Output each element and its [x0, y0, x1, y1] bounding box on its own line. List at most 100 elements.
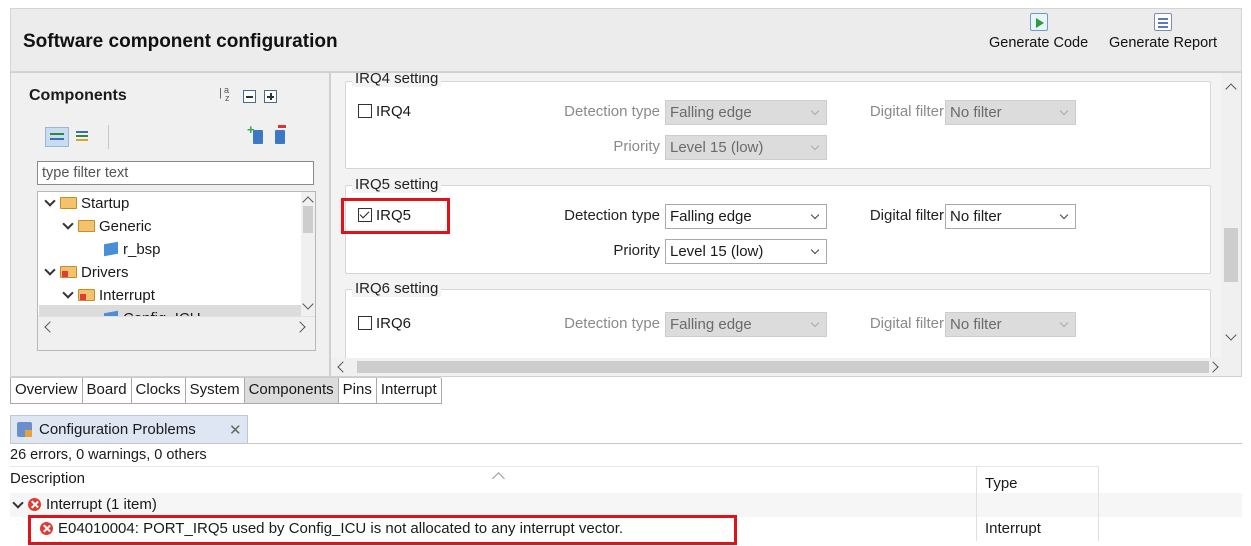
- editor-header: Software component configuration Generat…: [10, 8, 1242, 72]
- tree-item-drivers[interactable]: Drivers: [44, 261, 129, 284]
- tab-overview[interactable]: Overview: [10, 378, 83, 404]
- checkbox-box[interactable]: [358, 316, 372, 330]
- irq5-priority-select[interactable]: Level 15 (low): [665, 239, 827, 264]
- tab-board[interactable]: Board: [81, 378, 132, 404]
- priority-label: Priority: [613, 138, 660, 155]
- tree-item-interrupt[interactable]: Interrupt: [62, 284, 155, 307]
- folder-icon: [78, 220, 95, 232]
- sort-alphabetical-icon[interactable]: | a z: [219, 85, 235, 105]
- filter-input[interactable]: [37, 161, 314, 185]
- tab-components[interactable]: Components: [243, 378, 339, 404]
- tab-interrupt[interactable]: Interrupt: [375, 378, 442, 404]
- problems-icon: [17, 422, 32, 437]
- settings-hscroll-thumb[interactable]: [357, 361, 1209, 373]
- select-value: No filter: [950, 316, 1002, 333]
- table-row[interactable]: Interrupt (1 item): [10, 493, 1242, 517]
- chevron-down-icon[interactable]: [62, 288, 74, 300]
- irq4-filter-select[interactable]: No filter: [945, 100, 1076, 125]
- scroll-down-icon[interactable]: [1225, 329, 1237, 341]
- checkbox-label: IRQ4: [376, 103, 412, 120]
- remove-component-icon[interactable]: [275, 125, 286, 144]
- components-panel: Components |az Startup Generic r_bsp Dri…: [10, 72, 330, 377]
- generate-code-icon: [1029, 13, 1048, 31]
- scroll-up-icon[interactable]: [1225, 83, 1237, 95]
- select-value: Falling edge: [670, 316, 752, 333]
- column-header-label: Description: [10, 470, 86, 487]
- toolbar-divider: [108, 125, 109, 149]
- problems-summary: 26 errors, 0 warnings, 0 others: [10, 447, 207, 463]
- scroll-left-icon[interactable]: [337, 361, 349, 373]
- tree-item-label: Drivers: [81, 264, 129, 281]
- digital-filter-label: Digital filter: [869, 315, 944, 332]
- digital-filter-label: Digital filter: [869, 103, 944, 120]
- divider: [10, 443, 1242, 444]
- chevron-down-icon: [1059, 106, 1069, 116]
- generate-code-button[interactable]: Generate Code: [989, 13, 1088, 51]
- generate-report-icon: [1154, 13, 1172, 31]
- tree-item-label: Generic: [99, 218, 152, 235]
- scroll-left-icon[interactable]: [44, 321, 56, 333]
- irq5-group: IRQ5 setting IRQ5 Detection type Falling…: [345, 176, 1211, 274]
- detection-type-label: Detection type: [564, 315, 660, 332]
- tree-item-startup[interactable]: Startup: [44, 192, 129, 215]
- detection-type-label: Detection type: [564, 207, 660, 224]
- settings-vertical-scrollbar[interactable]: [1221, 73, 1241, 358]
- tab-system[interactable]: System: [184, 378, 245, 404]
- tree-item-generic[interactable]: Generic: [62, 215, 152, 238]
- irq5-filter-select[interactable]: No filter: [945, 204, 1076, 229]
- expand-all-icon[interactable]: [264, 90, 277, 103]
- tree-item-label: r_bsp: [123, 241, 161, 258]
- collapse-all-icon[interactable]: [243, 90, 256, 103]
- chevron-down-icon[interactable]: [44, 196, 56, 208]
- chevron-down-icon[interactable]: [44, 265, 56, 277]
- chevron-down-icon[interactable]: [12, 498, 24, 510]
- column-header-type[interactable]: Type: [977, 466, 1099, 493]
- scroll-down-icon[interactable]: [302, 298, 314, 310]
- add-component-icon[interactable]: [247, 122, 263, 144]
- checkbox-box[interactable]: [358, 104, 372, 118]
- irq6-checkbox[interactable]: IRQ6: [358, 314, 411, 334]
- irq4-checkbox[interactable]: IRQ4: [358, 102, 411, 122]
- chevron-down-icon: [1059, 210, 1069, 220]
- irq6-filter-select[interactable]: No filter: [945, 312, 1076, 337]
- generate-report-button[interactable]: Generate Report: [1109, 13, 1217, 51]
- generate-report-label: Generate Report: [1109, 35, 1218, 51]
- problems-tab-label: Configuration Problems: [39, 421, 196, 438]
- tree-item-r-bsp[interactable]: r_bsp: [104, 238, 161, 261]
- problem-group-label: Interrupt (1 item): [46, 496, 157, 513]
- chevron-down-icon[interactable]: [62, 219, 74, 231]
- scroll-right-icon[interactable]: [1207, 361, 1219, 373]
- settings-scroll-thumb[interactable]: [1224, 228, 1238, 282]
- column-header-label: Type: [985, 475, 1018, 492]
- select-value: Falling edge: [670, 208, 752, 225]
- tab-clocks[interactable]: Clocks: [130, 378, 186, 404]
- irq4-detection-select[interactable]: Falling edge: [665, 100, 827, 125]
- tree-item-label: Startup: [81, 195, 130, 212]
- select-value: Falling edge: [670, 104, 752, 121]
- chevron-down-icon: [810, 318, 820, 328]
- page-title: Software component configuration: [23, 31, 338, 52]
- chevron-down-icon: [810, 106, 820, 116]
- chevron-down-icon: [1059, 318, 1069, 328]
- chevron-down-icon: [810, 210, 820, 220]
- components-title: Components: [29, 87, 127, 104]
- irq5-group-title: IRQ5 setting: [352, 176, 442, 193]
- folder-error-icon: [78, 289, 95, 301]
- type-view-icon[interactable]: [75, 129, 91, 145]
- tree-scroll-thumb[interactable]: [303, 206, 313, 233]
- irq6-group-title: IRQ6 setting: [352, 280, 442, 297]
- error-icon: [28, 498, 41, 511]
- type-cell: [977, 493, 1099, 517]
- scroll-right-icon[interactable]: [294, 321, 306, 333]
- configuration-problems-tab[interactable]: Configuration Problems ✕: [10, 415, 248, 443]
- close-icon[interactable]: ✕: [229, 421, 242, 439]
- tree-horizontal-scrollbar[interactable]: [38, 316, 315, 350]
- category-view-icon[interactable]: [45, 127, 69, 147]
- tab-pins[interactable]: Pins: [337, 378, 377, 404]
- irq5-detection-select[interactable]: Falling edge: [665, 204, 827, 229]
- select-value: No filter: [950, 208, 1002, 225]
- irq4-priority-select[interactable]: Level 15 (low): [665, 135, 827, 160]
- select-value: No filter: [950, 104, 1002, 121]
- irq6-detection-select[interactable]: Falling edge: [665, 312, 827, 337]
- digital-filter-label: Digital filter: [869, 207, 944, 224]
